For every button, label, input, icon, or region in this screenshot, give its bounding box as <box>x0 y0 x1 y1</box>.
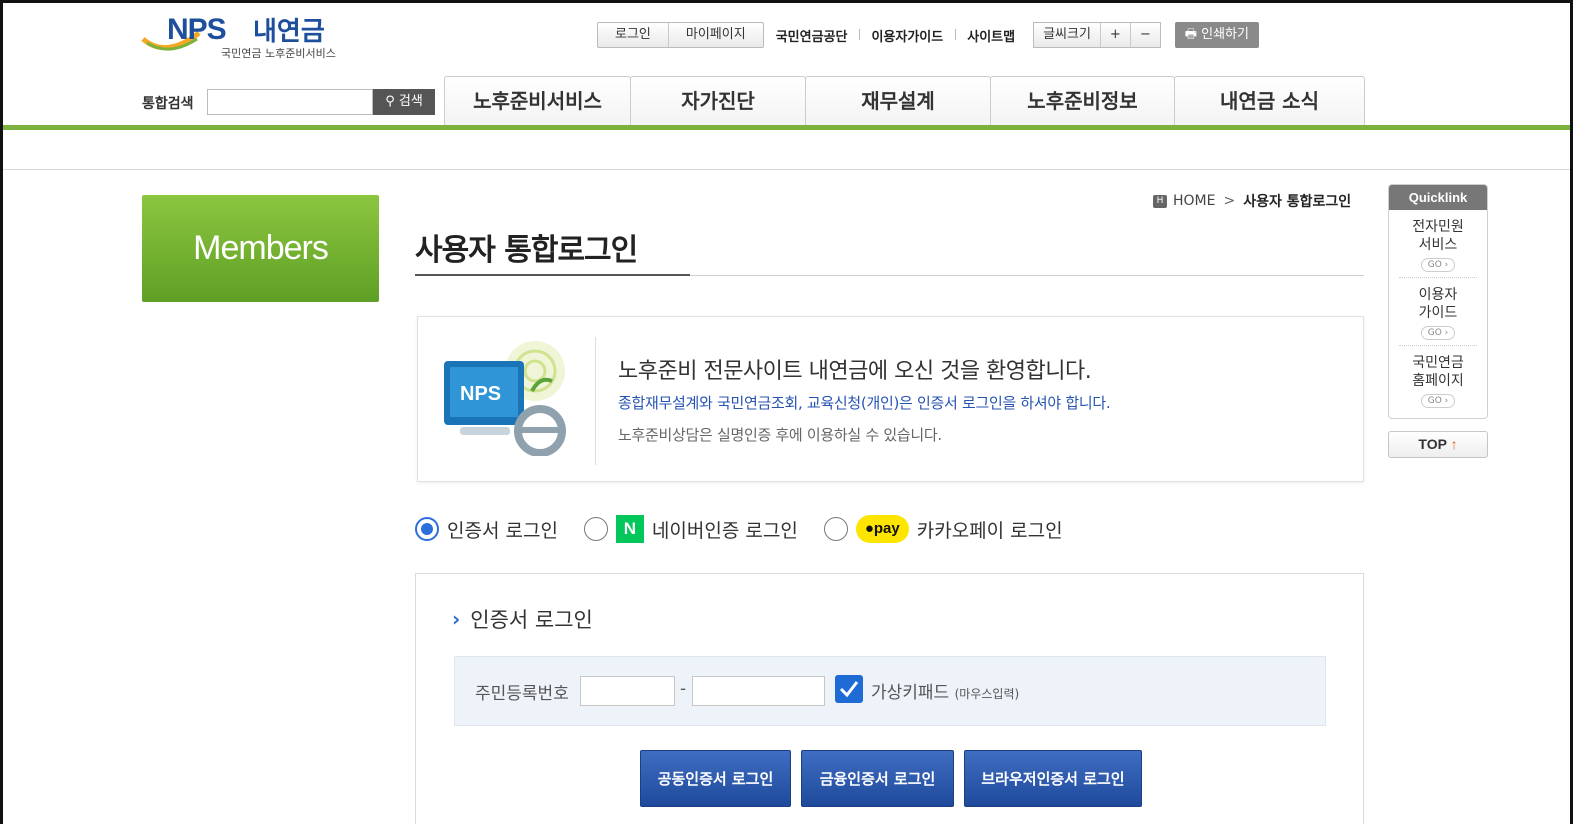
financial-cert-login-button[interactable]: 금융인증서 로그인 <box>801 750 954 807</box>
scroll-top-button[interactable]: TOP ↑ <box>1388 431 1488 458</box>
cert-radio[interactable] <box>415 517 439 541</box>
quicklink-item-line1: 이용자 <box>1418 287 1458 303</box>
rrn-front-input[interactable] <box>580 676 675 706</box>
kakaopay-logo-icon: ●pay <box>855 515 909 543</box>
nps-logo[interactable]: NPS 내연금 국민연금 노후준비서비스 <box>141 11 356 61</box>
section-title-banner: Members <box>142 195 379 302</box>
nav-self-diagnosis[interactable]: 자가진단 <box>630 76 806 126</box>
quicklink-user-guide[interactable]: 이용자 가이드 GO › <box>1399 278 1477 346</box>
virtual-keypad-note: (마우스입력) <box>954 687 1020 701</box>
quicklink-item-line2: 서비스 <box>1418 237 1458 253</box>
welcome-divider <box>595 337 596 465</box>
chevron-right-icon: › <box>452 607 461 631</box>
top-label: TOP <box>1418 436 1447 452</box>
cert-radio-label: 인증서 로그인 <box>447 519 558 542</box>
font-size-control: 글씨크기 + − <box>1033 22 1161 48</box>
kakao-radio[interactable] <box>823 517 848 541</box>
rrn-dash: - <box>680 679 687 699</box>
quicklink-item-line2: 홈페이지 <box>1412 373 1464 389</box>
cert-login-buttons: 공동인증서 로그인 금융인증서 로그인 브라우저인증서 로그인 <box>640 750 1152 807</box>
nps-link[interactable]: 국민연금공단 <box>764 26 860 45</box>
printer-icon: 🖶 <box>1184 27 1202 42</box>
kakaopay-logo-text: pay <box>873 520 900 537</box>
search-icon: ⚲ <box>385 94 399 109</box>
quicklink-title: Quicklink <box>1389 185 1487 210</box>
font-decrease-button[interactable]: − <box>1129 23 1160 47</box>
go-button[interactable]: GO › <box>1420 258 1456 272</box>
checkmark-icon <box>839 681 859 698</box>
breadcrumb-separator-icon: > <box>1223 193 1236 209</box>
print-button[interactable]: 🖶 인쇄하기 <box>1174 22 1259 48</box>
breadcrumb-current: 사용자 통합로그인 <box>1243 194 1352 210</box>
user-guide-link[interactable]: 이용자가이드 <box>859 26 955 45</box>
nps-e-illustration-icon: NPS <box>444 341 566 456</box>
logo-subtitle: 국민연금 노후준비서비스 <box>221 47 336 60</box>
sub-menu-bar <box>3 130 1570 170</box>
browser-cert-login-button[interactable]: 브라우저인증서 로그인 <box>964 750 1142 807</box>
go-label: GO <box>1427 328 1442 338</box>
joint-cert-login-button[interactable]: 공동인증서 로그인 <box>640 750 791 807</box>
logo-brand-ko: 내연금 <box>253 17 325 47</box>
go-button[interactable]: GO › <box>1420 326 1456 340</box>
go-label: GO <box>1427 260 1442 270</box>
login-link[interactable]: 로그인 <box>598 23 668 47</box>
breadcrumb-home[interactable]: HOME <box>1173 193 1215 209</box>
arrow-up-icon: ↑ <box>1450 436 1458 452</box>
quicklink-panel: Quicklink 전자민원 서비스 GO › 이용자 가이드 GO › 국민연… <box>1388 184 1488 419</box>
logo-brand: NPS <box>167 13 227 46</box>
login-method-cert[interactable]: 인증서 로그인 <box>415 516 558 543</box>
welcome-notice: 종합재무설계와 국민연금조회, 교육신청(개인)은 인증서 로그인을 하셔야 합… <box>618 394 1111 412</box>
mypage-link[interactable]: 마이페이지 <box>667 23 763 47</box>
search-button[interactable]: ⚲ 검색 <box>373 89 435 115</box>
welcome-heading: 노후준비 전문사이트 내연금에 오신 것을 환영합니다. <box>618 359 1092 384</box>
font-increase-button[interactable]: + <box>1099 23 1130 47</box>
login-method-kakao[interactable]: ●pay 카카오페이 로그인 <box>823 515 1063 543</box>
rrn-back-input[interactable] <box>692 676 825 706</box>
welcome-subnotice: 노후준비상담은 실명인증 후에 이용하실 수 있습니다. <box>618 426 942 444</box>
virtual-keypad-text: 가상키패드 <box>871 683 950 703</box>
title-divider <box>415 274 1364 276</box>
page-frame: NPS 내연금 국민연금 노후준비서비스 로그인 마이페이지 국민연금공단 이용… <box>0 0 1573 824</box>
print-label: 인쇄하기 <box>1201 27 1249 42</box>
rrn-label: 주민등록번호 <box>475 684 569 704</box>
illustration-label: NPS <box>460 383 501 405</box>
quicklink-nps-homepage[interactable]: 국민연금 홈페이지 GO › <box>1399 346 1477 414</box>
nav-news[interactable]: 내연금 소식 <box>1174 76 1365 126</box>
search-button-label: 검색 <box>398 94 423 109</box>
naver-radio[interactable] <box>583 517 608 541</box>
welcome-box: NPS 노후준비 전문사이트 내연금에 오신 것을 환영합니다. 종합재무설계와… <box>417 316 1364 482</box>
home-icon: H <box>1153 194 1167 208</box>
virtual-keypad-label: 가상키패드 (마우스입력) <box>871 678 1019 703</box>
kakao-radio-label: 카카오페이 로그인 <box>916 519 1063 542</box>
virtual-keypad-checkbox[interactable] <box>835 675 863 703</box>
cert-login-panel: › 인증서 로그인 주민등록번호 - 가상키패드 (마우스입력) 공동인증서 로… <box>415 573 1364 824</box>
cert-panel-title-text: 인증서 로그인 <box>470 608 593 632</box>
go-label: GO <box>1427 396 1442 406</box>
main-navigation: 노후준비서비스 자가진단 재무설계 노후준비정보 내연금 소식 <box>444 76 1365 126</box>
go-button[interactable]: GO › <box>1420 394 1456 408</box>
member-links: 로그인 마이페이지 <box>597 22 764 48</box>
utility-menu: 로그인 마이페이지 국민연금공단 이용자가이드 사이트맵 글씨크기 + − 🖶 … <box>597 22 1259 48</box>
breadcrumb: H HOME > 사용자 통합로그인 <box>1153 191 1351 211</box>
page-title: 사용자 통합로그인 <box>415 233 638 268</box>
naver-radio-label: 네이버인증 로그인 <box>651 519 798 542</box>
font-size-label: 글씨크기 <box>1043 27 1091 42</box>
quicklink-e-petition[interactable]: 전자민원 서비스 GO › <box>1399 210 1477 278</box>
login-method-group: 인증서 로그인 N 네이버인증 로그인 ●pay 카카오페이 로그인 <box>415 515 1089 543</box>
kakao-speech-bubble-icon: ● <box>864 520 874 537</box>
quicklink-item-line1: 국민연금 <box>1412 355 1464 371</box>
search-label: 통합검색 <box>142 96 194 112</box>
nav-financial-planning[interactable]: 재무설계 <box>805 76 991 126</box>
sitemap-link[interactable]: 사이트맵 <box>955 26 1027 45</box>
search-input[interactable] <box>207 89 373 115</box>
nav-retirement-info[interactable]: 노후준비정보 <box>990 76 1175 126</box>
quicklink-item-line2: 가이드 <box>1418 305 1458 321</box>
rrn-form: 주민등록번호 - 가상키패드 (마우스입력) <box>454 656 1326 726</box>
quicklink-item-line1: 전자민원 <box>1412 219 1464 235</box>
login-method-naver[interactable]: N 네이버인증 로그인 <box>583 515 798 543</box>
cert-panel-title: › 인증서 로그인 <box>452 604 593 634</box>
nav-retirement-service[interactable]: 노후준비서비스 <box>444 76 631 126</box>
naver-logo-icon: N <box>615 515 644 543</box>
